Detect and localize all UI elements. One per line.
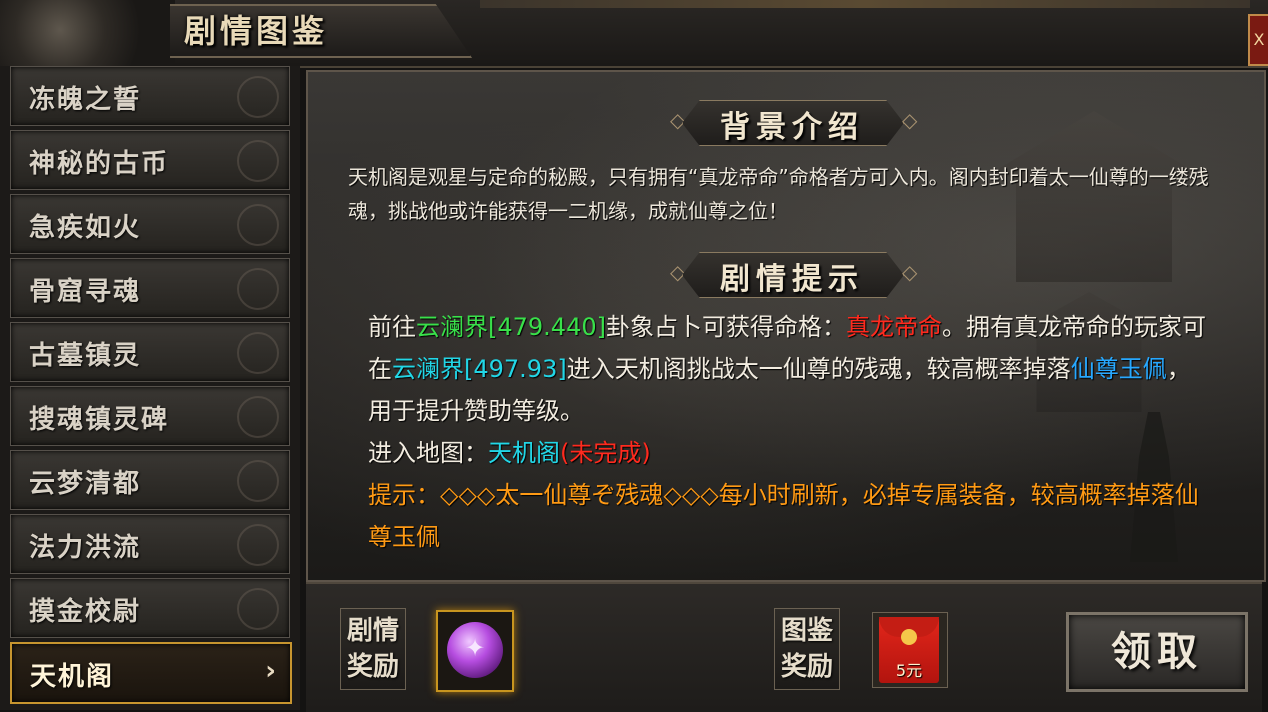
album-reward-slot[interactable]: 5元 [872, 612, 948, 688]
sidebar-item-label: 古墓镇灵 [29, 341, 142, 371]
sidebar-item-label: 摸金校尉 [29, 597, 142, 627]
sidebar-item[interactable]: 摸金校尉 [10, 578, 290, 638]
red-envelope-icon: 5元 [879, 617, 939, 683]
chevron-right-icon: › [265, 656, 276, 686]
sidebar-item[interactable]: 法力洪流 [10, 514, 290, 574]
sidebar-item-label: 搜魂镇灵碑 [29, 405, 170, 435]
ring-ornament-icon [237, 588, 279, 630]
album-reward-label-line1: 图鉴 [780, 616, 833, 646]
diamond-ornament-icon: ◇ [902, 108, 918, 132]
map-status: (未完成) [560, 439, 651, 467]
window-title: 剧情图鉴 [184, 12, 329, 50]
story-reward-slot[interactable]: ✦ [436, 610, 514, 692]
ring-ornament-icon [237, 460, 279, 502]
story-reward-label-line2: 奖励 [346, 652, 399, 682]
ring-ornament-icon [237, 204, 279, 246]
album-reward-label-line2: 奖励 [780, 652, 833, 682]
reward-bar: 剧情 奖励 ✦ 图鉴 奖励 5元 领取 [306, 582, 1262, 712]
sidebar-item-label: 急疾如火 [29, 213, 142, 243]
sidebar-item-label: 天机阁 [30, 662, 115, 692]
location-link[interactable]: 云澜界[479.440] [416, 313, 606, 341]
close-button[interactable]: X [1248, 14, 1268, 66]
sidebar-item-label: 冻魄之誓 [29, 85, 142, 115]
sidebar-item-label: 神秘的古币 [29, 149, 170, 179]
ring-ornament-icon [237, 396, 279, 438]
sidebar-item-label: 骨窟寻魂 [29, 277, 142, 307]
diamond-ornament-icon: ◇ [902, 260, 918, 284]
ring-ornament-icon [237, 140, 279, 182]
ring-ornament-icon [237, 76, 279, 118]
sidebar-item[interactable]: 古墓镇灵 [10, 322, 290, 382]
sidebar-item[interactable]: 搜魂镇灵碑 [10, 386, 290, 446]
background-description: 天机阁是观星与定命的秘殿，只有拥有“真龙帝命”命格者方可入内。阁内封印着太一仙尊… [348, 165, 1209, 223]
ring-ornament-icon [237, 268, 279, 310]
sidebar-item-label: 法力洪流 [29, 533, 142, 563]
orb-rune-icon: ✦ [464, 634, 486, 662]
sidebar-item[interactable]: 神秘的古币 [10, 130, 290, 190]
sidebar-item[interactable]: 冻魄之誓 [10, 66, 290, 126]
background-header: 背景介绍 [720, 110, 864, 145]
tip-text: 提示：◇◇◇太一仙尊ぞ残魂◇◇◇每小时刷新，必掉专属装备，较高概率掉落仙尊玉佩 [368, 481, 1199, 551]
hint-header: 剧情提示 [720, 262, 864, 297]
story-detail-panel: ◇ 背景介绍 ◇ 天机阁是观星与定命的秘殿，只有拥有“真龙帝命”命格者方可入内。… [306, 70, 1266, 582]
story-reward-label-line1: 剧情 [346, 616, 399, 646]
claim-button[interactable]: 领取 [1066, 612, 1248, 692]
header-ornament-strip [480, 0, 1250, 8]
sidebar-item[interactable]: 云梦清都 [10, 450, 290, 510]
story-reward-label: 剧情 奖励 [340, 608, 406, 690]
ring-ornament-icon [237, 524, 279, 566]
story-list-sidebar: 冻魄之誓 神秘的古币 急疾如火 骨窟寻魂 古墓镇灵 搜魂镇灵碑 云梦清都 法力洪… [0, 66, 300, 710]
hint-body: 前往云澜界[479.440]卦象占卜可获得命格：真龙帝命。拥有真龙帝命的玩家可在… [368, 306, 1208, 558]
window-header: 剧情图鉴 X [0, 0, 1268, 68]
sidebar-item[interactable]: 骨窟寻魂 [10, 258, 290, 318]
item-link[interactable]: 仙尊玉佩 [1071, 355, 1167, 383]
hint-text: 进入天机阁挑战太一仙尊的残魂，较高概率掉落 [566, 355, 1071, 383]
dragon-ornament-icon [0, 0, 175, 66]
envelope-amount: 5元 [895, 661, 923, 680]
location-link[interactable]: 云澜界[497.93] [392, 355, 567, 383]
hint-text: 前往 [368, 313, 416, 341]
hint-text: 卦象占卜可获得命格： [605, 313, 846, 341]
map-link[interactable]: 天机阁 [488, 439, 560, 467]
sidebar-item-label: 云梦清都 [29, 469, 142, 499]
purple-orb-icon: ✦ [447, 622, 503, 678]
sidebar-item-active[interactable]: 天机阁 › [10, 642, 292, 704]
envelope-seal-icon [901, 629, 917, 645]
album-reward-label: 图鉴 奖励 [774, 608, 840, 690]
map-label: 进入地图： [368, 439, 488, 467]
ring-ornament-icon [237, 332, 279, 374]
fate-name: 真龙帝命 [845, 313, 942, 341]
sidebar-item[interactable]: 急疾如火 [10, 194, 290, 254]
